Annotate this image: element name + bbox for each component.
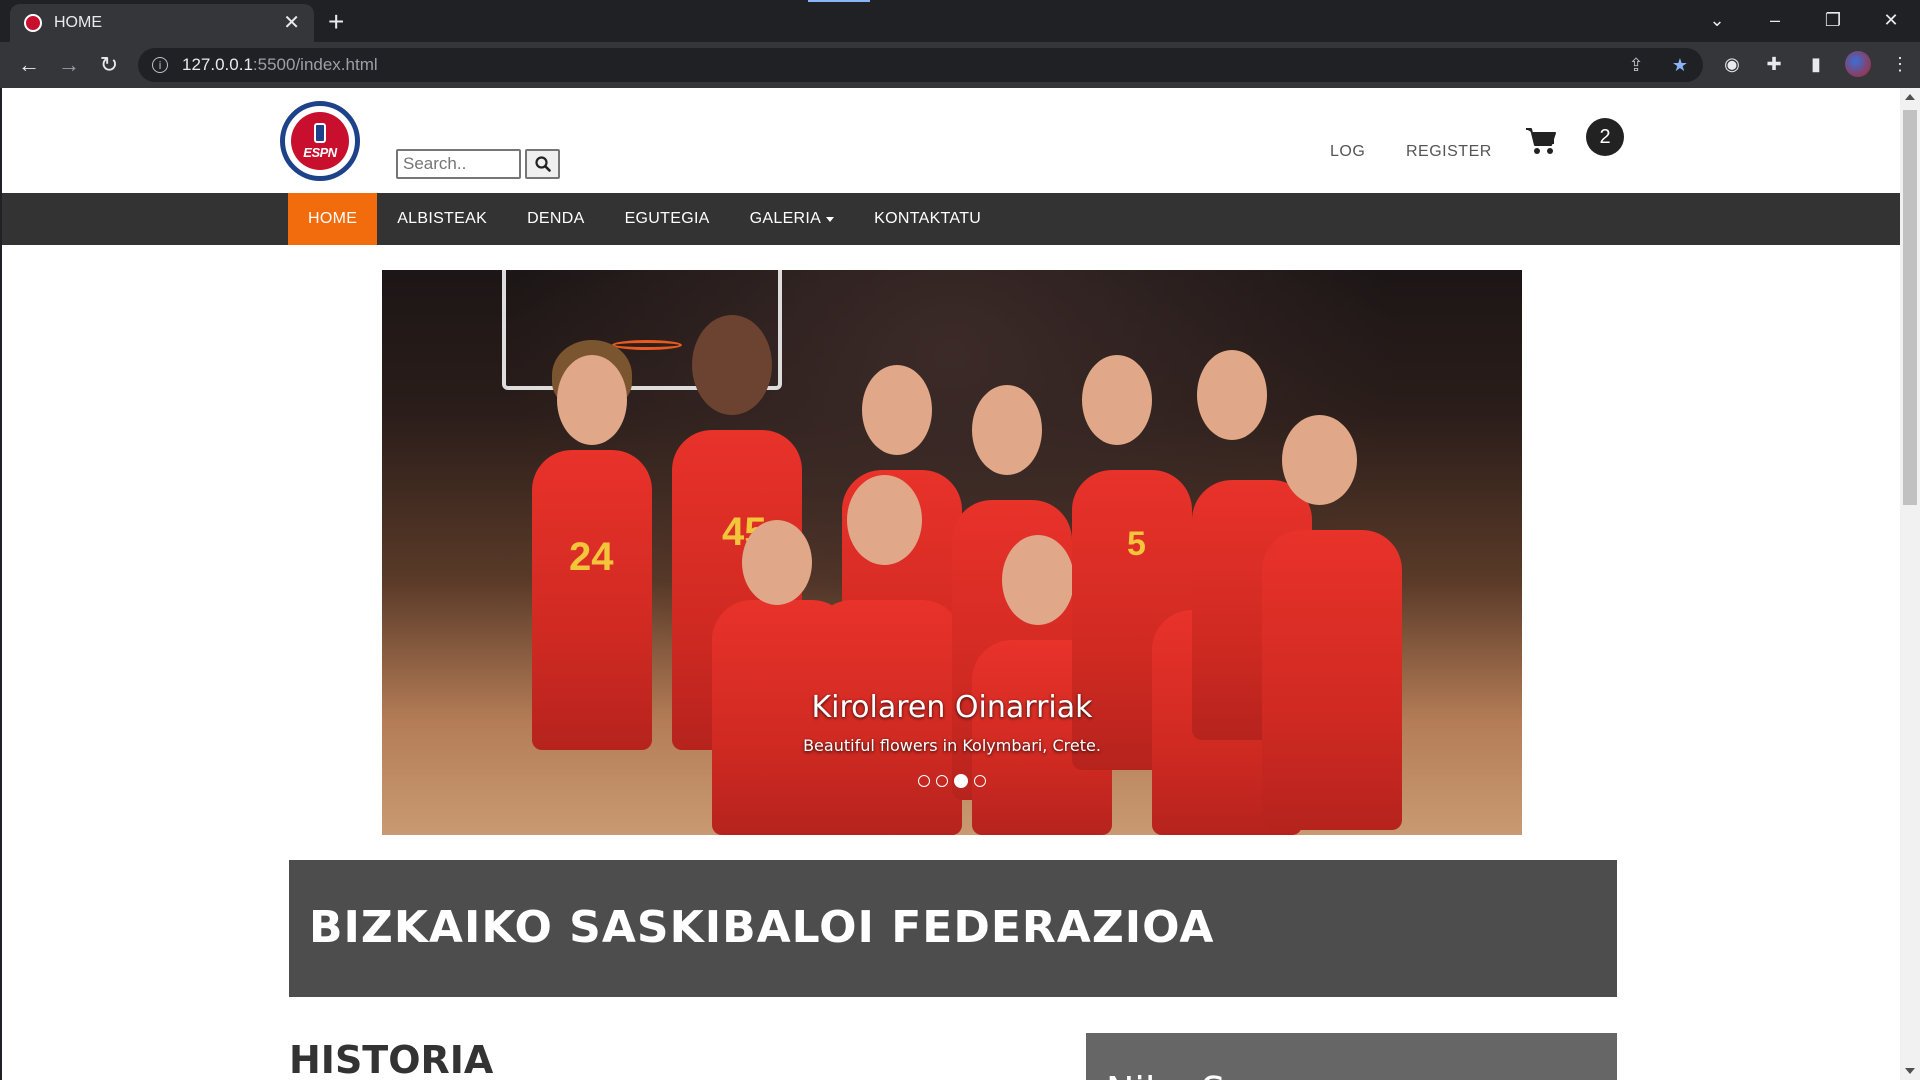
profile-avatar[interactable] <box>1844 50 1872 78</box>
search-input[interactable] <box>396 149 521 179</box>
tab-search-icon[interactable]: ⌄ <box>1688 0 1746 40</box>
new-tab-icon[interactable]: + <box>328 8 344 36</box>
scroll-thumb[interactable] <box>1903 110 1917 505</box>
slide-dot[interactable] <box>936 775 948 787</box>
player-head <box>1197 350 1267 440</box>
nav-item-label: KONTAKTATU <box>874 210 982 227</box>
browser-tabbar: HOME ✕ + ⌄ – ❐ ✕ <box>0 0 1920 42</box>
tab-title: HOME <box>54 14 102 31</box>
back-icon[interactable]: ← <box>14 50 44 80</box>
url-host: 127.0.0.1 <box>182 55 253 74</box>
player-head <box>1282 415 1357 505</box>
nav-item-home[interactable]: HOME <box>288 193 378 245</box>
nav-list: HOME ALBISTEAK DENDA EGUTEGIA GALERIA KO… <box>288 193 1001 245</box>
jersey-number: 5 <box>1127 525 1146 563</box>
espn-logo[interactable]: ESPN <box>280 101 360 181</box>
slide-dots <box>382 774 1522 788</box>
extension-owl-icon[interactable]: ◉ <box>1718 50 1746 78</box>
caret-down-icon <box>826 216 835 222</box>
slide-title: Kirolaren Oinarriak <box>811 690 1093 725</box>
player-head <box>1002 535 1074 625</box>
nav-item-label: ALBISTEAK <box>397 210 488 227</box>
minimize-icon[interactable]: – <box>1746 0 1804 40</box>
window-controls: ⌄ – ❐ ✕ <box>1688 0 1920 40</box>
side-box: Nike Sp... <box>1086 1033 1617 1080</box>
player-head <box>847 475 922 565</box>
slide-dot-active[interactable] <box>954 774 968 788</box>
nav-item-galeria[interactable]: GALERIA <box>730 193 854 245</box>
historia-heading: HISTORIA <box>289 1038 494 1080</box>
nav-item-denda[interactable]: DENDA <box>507 193 605 245</box>
favicon-icon <box>24 14 42 32</box>
search-icon <box>534 156 551 172</box>
player-head <box>742 520 812 605</box>
slide-dot[interactable] <box>918 775 930 787</box>
browser-toolbar: ← → ↻ i 127.0.0.1:5500/index.html ⇪ ★ ◉ … <box>0 42 1920 88</box>
tab-indicator <box>808 0 870 2</box>
forward-icon[interactable]: → <box>54 50 84 80</box>
nav-item-label: GALERIA <box>749 210 822 227</box>
search-button[interactable] <box>525 149 560 179</box>
slideshow[interactable]: 24 45 5 Kirolaren Oinarriak Beautiful fl… <box>382 270 1522 835</box>
bookmark-star-icon[interactable]: ★ <box>1667 52 1693 78</box>
nav-item-label: DENDA <box>527 210 585 227</box>
register-link[interactable]: REGISTER <box>1406 143 1492 161</box>
basket-rim <box>612 340 682 350</box>
page-viewport: ESPN LOG REGISTER 2 HOME ALBISTEAK <box>0 88 1920 1080</box>
cart-icon[interactable] <box>1525 126 1557 156</box>
player-head <box>557 355 627 445</box>
reload-icon[interactable]: ↻ <box>94 50 124 80</box>
logo-text: ESPN <box>303 144 337 160</box>
federation-banner: BIZKAIKO SASKIBALOI FEDERAZIOA <box>289 860 1617 997</box>
puzzle-icon[interactable]: ✚ <box>1760 50 1788 78</box>
browser-tab[interactable]: HOME ✕ <box>10 4 314 42</box>
scroll-down-icon[interactable] <box>1905 1068 1915 1074</box>
window-close-icon[interactable]: ✕ <box>1862 0 1920 40</box>
page-title: BIZKAIKO SASKIBALOI FEDERAZIOA <box>309 902 1215 953</box>
site-header: ESPN LOG REGISTER 2 <box>2 88 1900 193</box>
player-head <box>692 315 772 415</box>
restore-icon[interactable]: ❐ <box>1804 0 1862 40</box>
cart-count-badge: 2 <box>1586 118 1624 156</box>
jersey-number: 24 <box>569 535 614 579</box>
slide-dot[interactable] <box>974 775 986 787</box>
share-icon[interactable]: ⇪ <box>1623 52 1649 78</box>
slide-caption: Beautiful flowers in Kolymbari, Crete. <box>803 736 1101 755</box>
close-icon[interactable]: ✕ <box>283 13 300 33</box>
scrollbar[interactable] <box>1900 88 1920 1080</box>
main-navbar: HOME ALBISTEAK DENDA EGUTEGIA GALERIA KO… <box>2 193 1900 245</box>
url-path: :5500/index.html <box>252 55 378 74</box>
log-link[interactable]: LOG <box>1330 143 1365 161</box>
nav-item-label: EGUTEGIA <box>624 210 710 227</box>
scroll-up-icon[interactable] <box>1905 94 1915 100</box>
player-head <box>1082 355 1152 445</box>
nba-logo-icon <box>314 122 326 143</box>
side-panel-icon[interactable]: ▮ <box>1802 50 1830 78</box>
info-icon[interactable]: i <box>152 57 168 73</box>
nav-item-label: HOME <box>308 210 358 227</box>
side-box-title: Nike Sp... <box>1106 1069 1286 1080</box>
nav-item-egutegia[interactable]: EGUTEGIA <box>605 193 730 245</box>
menu-icon[interactable]: ⋮ <box>1886 50 1914 78</box>
player-head <box>862 365 932 455</box>
search-form <box>396 149 560 179</box>
address-bar[interactable]: i 127.0.0.1:5500/index.html ⇪ ★ <box>138 48 1703 82</box>
nav-item-albisteak[interactable]: ALBISTEAK <box>377 193 507 245</box>
nav-item-kontaktatu[interactable]: KONTAKTATU <box>854 193 1001 245</box>
player-head <box>972 385 1042 475</box>
